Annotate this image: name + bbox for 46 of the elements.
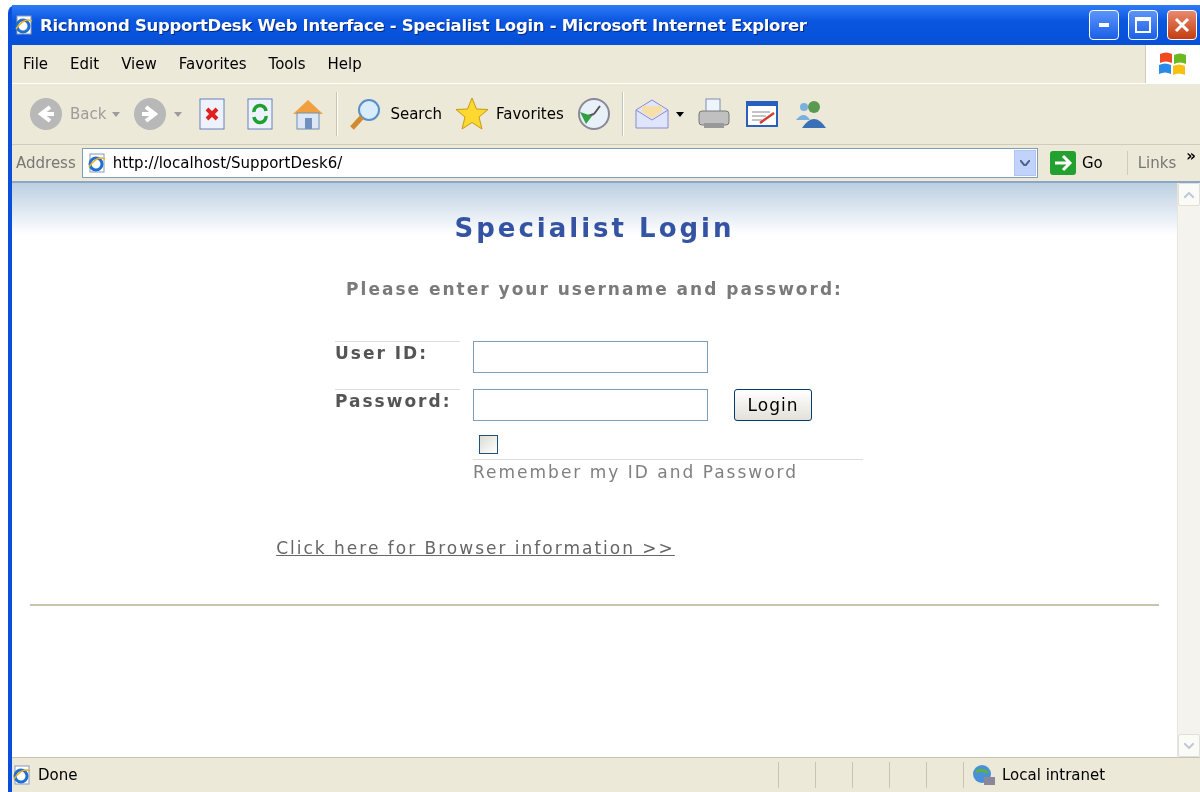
caret-icon	[675, 111, 684, 117]
ie-page-icon	[86, 153, 107, 173]
page-heading: Specialist Login	[454, 213, 735, 243]
windows-flag-icon	[1158, 51, 1188, 77]
field-label: User ID:	[335, 341, 460, 363]
menu-item[interactable]: Tools	[257, 55, 317, 73]
ie-page-icon	[14, 15, 34, 35]
remember-checkbox[interactable]	[479, 435, 498, 454]
browser-info-link[interactable]: Click here for Browser information >>	[276, 538, 675, 558]
minimize-button[interactable]	[1089, 10, 1119, 40]
field-label: Password:	[335, 389, 460, 411]
maximize-button[interactable]	[1128, 10, 1158, 40]
minimize-icon	[1099, 23, 1109, 27]
close-icon	[1174, 17, 1190, 33]
links-button[interactable]: Links	[1133, 154, 1181, 172]
search-button[interactable]: Search	[342, 92, 448, 136]
close-button[interactable]	[1167, 10, 1197, 40]
chevron-up-icon	[1184, 191, 1194, 198]
go-button[interactable]: Go	[1043, 151, 1128, 175]
menu-item[interactable]: File	[12, 55, 60, 73]
caret-icon	[174, 111, 183, 117]
chevron-down-icon	[1019, 160, 1030, 166]
text-field[interactable]	[473, 389, 708, 421]
status-text: Done	[38, 766, 79, 784]
globe-computer-icon	[972, 764, 996, 786]
ie-page-icon	[12, 765, 32, 785]
zone-text: Local intranet	[1002, 766, 1106, 784]
more-chevron[interactable]: »	[1186, 147, 1200, 165]
chevron-down-icon	[1184, 742, 1194, 749]
address-label: Address	[16, 154, 76, 172]
menu-item[interactable]: View	[110, 55, 168, 73]
dropdown-button[interactable]	[1013, 150, 1036, 176]
maximize-icon	[1135, 17, 1151, 33]
login-button[interactable]: Login	[734, 389, 812, 421]
history-clock-icon	[575, 96, 612, 132]
window-title: Richmond SupportDesk Web Interface - Specialist Login - Microsoft Internet Explorer	[40, 15, 808, 35]
login-prompt: Please enter your username and password:	[346, 279, 843, 299]
menu-item[interactable]: Favorites	[167, 55, 258, 73]
favorites-button[interactable]: Favorites	[447, 92, 570, 136]
remember-label: Remember my ID and Password	[473, 462, 799, 482]
star-icon	[453, 96, 490, 132]
menu-item[interactable]: Edit	[59, 55, 111, 73]
text-field[interactable]	[473, 341, 708, 373]
address-field[interactable]: http://localhost/SupportDesk6/	[81, 148, 1038, 178]
menu-item[interactable]: Help	[316, 55, 373, 73]
caret-icon	[112, 111, 121, 117]
